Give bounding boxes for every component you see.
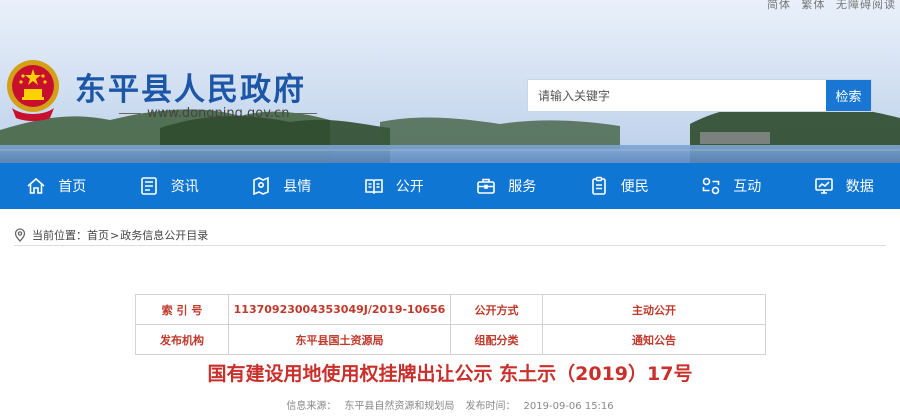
nav-label: 服务 (508, 179, 537, 195)
nav-item-convenience[interactable]: 便民 (563, 163, 676, 209)
search-input[interactable] (528, 80, 826, 111)
document-title: 国有建设用地使用权挂牌出让公示 东土示（2019）17号 (207, 363, 693, 385)
location-pin-icon (14, 228, 26, 242)
data-monitor-icon (814, 178, 833, 194)
nav-item-interaction[interactable]: 互动 (675, 163, 788, 209)
document-info: 信息来源： 东平县自然资源和规划局 发布时间： 2019-09-06 15:16 (0, 397, 900, 412)
time-label: 发布时间： (465, 401, 516, 412)
nav-label: 公开 (395, 179, 424, 195)
breadcrumb-separator: > (110, 228, 120, 242)
time-value: 2019-09-06 15:16 (523, 401, 614, 412)
open-book-icon (364, 179, 383, 195)
nav-label: 县情 (283, 179, 312, 195)
national-emblem-icon (7, 60, 59, 121)
site-url: www.dongping.gov.cn (113, 106, 323, 121)
top-link-simplified[interactable]: 简体 (767, 0, 791, 11)
category-label: 组配分类 (450, 324, 543, 355)
category-value: 通知公告 (542, 324, 766, 355)
interaction-icon (702, 177, 720, 195)
index-number-label: 索 引 号 (135, 294, 229, 325)
breadcrumb-prefix: 当前位置： (32, 229, 87, 242)
breadcrumb-divider (14, 245, 886, 246)
url-right-dash (295, 113, 318, 114)
home-icon (27, 177, 45, 194)
nav-label: 便民 (620, 179, 649, 195)
publisher-label: 发布机构 (135, 324, 229, 355)
nav-item-county[interactable]: 县情 (225, 163, 338, 209)
disclosure-method-label: 公开方式 (450, 294, 543, 325)
breadcrumb: 当前位置： 首页 > 政务信息公开目录 (14, 224, 884, 246)
nav-item-home[interactable]: 首页 (0, 163, 113, 209)
source-value: 东平县自然资源和规划局 (344, 401, 455, 412)
county-map-icon (253, 176, 270, 196)
header-banner: 简体 繁体 无障碍阅读 东平县人民政府 www.dongping.gov.cn … (0, 0, 900, 163)
main-nav: 首页 资讯 县情 公开 服务 便民 互动 数据 (0, 163, 900, 209)
clipboard-icon (591, 176, 606, 195)
disclosure-method-value: 主动公开 (542, 294, 766, 325)
nav-label: 资讯 (170, 179, 199, 195)
nav-item-news[interactable]: 资讯 (113, 163, 226, 209)
search-box: 检索 (527, 79, 872, 112)
nav-item-service[interactable]: 服务 (450, 163, 563, 209)
briefcase-icon (477, 178, 496, 194)
document-meta-table: 索 引 号 11370923004353049J/2019-10656 公开方式… (135, 294, 766, 355)
nav-label: 数据 (845, 179, 874, 195)
table-row: 索 引 号 11370923004353049J/2019-10656 公开方式… (135, 294, 766, 325)
source-label: 信息来源： (286, 401, 337, 412)
nav-item-open[interactable]: 公开 (338, 163, 451, 209)
breadcrumb-home-link[interactable]: 首页 (87, 227, 109, 243)
nav-label: 首页 (58, 179, 87, 195)
top-link-accessible[interactable]: 无障碍阅读 (836, 0, 896, 11)
breadcrumb-current-link[interactable]: 政务信息公开目录 (120, 227, 208, 243)
top-links: 简体 繁体 无障碍阅读 (761, 0, 896, 12)
site-url-text: www.dongping.gov.cn (147, 106, 290, 121)
publisher-value: 东平县国土资源局 (228, 324, 451, 355)
news-icon (140, 177, 157, 195)
site-title[interactable]: 东平县人民政府 (75, 64, 306, 109)
search-button[interactable]: 检索 (826, 80, 871, 111)
table-row: 发布机构 东平县国土资源局 组配分类 通知公告 (135, 324, 766, 355)
nav-label: 互动 (733, 179, 762, 195)
url-left-dash (119, 113, 141, 114)
nav-item-data[interactable]: 数据 (788, 163, 900, 209)
top-link-traditional[interactable]: 繁体 (802, 0, 826, 11)
index-number-value: 11370923004353049J/2019-10656 (228, 294, 451, 325)
